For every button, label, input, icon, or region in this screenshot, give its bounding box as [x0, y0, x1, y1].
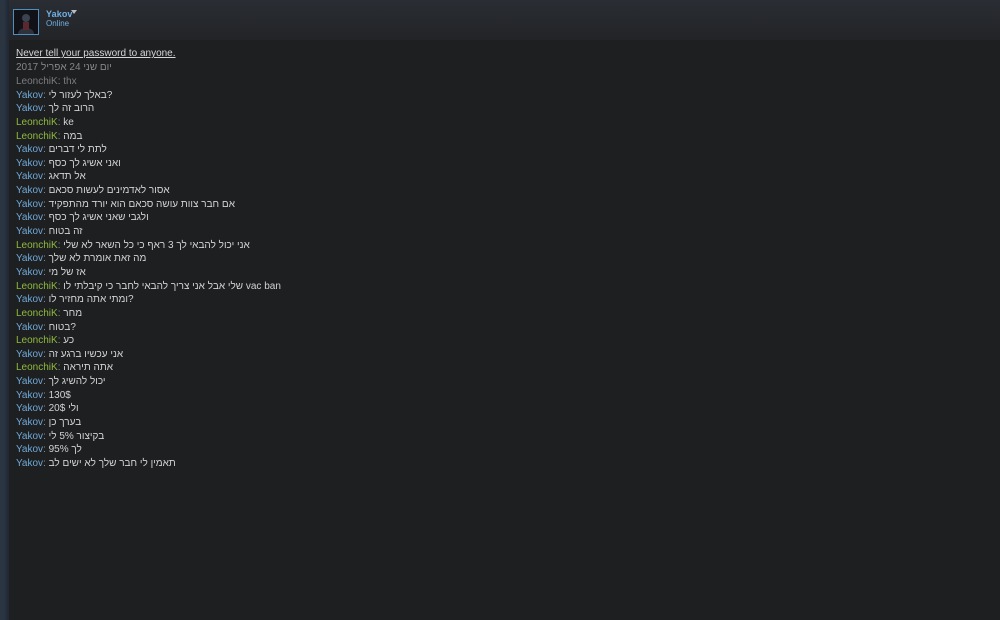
chat-message: Yakov: אם חבר צוות עושה סכאם הוא יורד מה…	[16, 198, 976, 212]
chat-message: LeonchiK: מחר	[16, 307, 976, 321]
chat-message: Yakov: יכול להשיג לך	[16, 375, 976, 389]
message-text: שלי אבל אני צריך להבאי לחבר כי קיבלתי לו…	[63, 280, 281, 292]
username[interactable]: Yakov	[46, 9, 73, 19]
chat-message: Yakov: בקיצור 5% לי	[16, 430, 976, 444]
chat-message: Yakov: לתת לי דברים	[16, 143, 976, 157]
message-sender[interactable]: Yakov	[16, 294, 43, 305]
chat-message: Yakov: אני עכשיו ברגע זה	[16, 348, 976, 362]
chat-message: Yakov: לך 95%	[16, 443, 976, 457]
message-sender[interactable]: LeonchiK	[16, 281, 58, 292]
chat-message: Yakov: ואני אשיג לך כסף	[16, 157, 976, 171]
chat-message: Yakov: באלך לעזור לי?	[16, 89, 976, 103]
message-text: אני יכול להבאי לך 3 ראף כי כל השאר לא של…	[63, 239, 250, 251]
chat-message: LeonchiK: אתה תיראה	[16, 361, 976, 375]
chat-message: LeonchiK: אני יכול להבאי לך 3 ראף כי כל …	[16, 239, 976, 253]
message-sender[interactable]: Yakov	[16, 253, 43, 264]
chat-message: Yakov: ומתי אתה מחזיר לו?	[16, 293, 976, 307]
message-text: אל תדאג	[48, 171, 86, 183]
chat-message: Yakov: אז של מי	[16, 266, 976, 280]
chat-message: Yakov: אסור לאדמינים לעשות סכאם	[16, 184, 976, 198]
message-sender[interactable]: LeonchiK	[16, 335, 58, 346]
message-text: מחר	[63, 307, 83, 319]
chat-message: Yakov: הרוב זה לך	[16, 102, 976, 116]
message-text: יכול להשיג לך	[48, 376, 106, 388]
message-sender[interactable]: Yakov	[16, 103, 43, 114]
chat-window: Yakov Online Never tell your password to…	[0, 0, 1000, 620]
date-separator: יום שני 24 אפריל 2017	[16, 62, 112, 73]
chat-message: Yakov: מה זאת אומרת לא שלך	[16, 252, 976, 266]
message-sender[interactable]: Yakov	[16, 171, 43, 182]
message-sender[interactable]: Yakov	[16, 444, 43, 455]
message-text: אתה תיראה	[63, 362, 114, 374]
message-text: ke	[63, 116, 74, 128]
message-text: ואני אשיג לך כסף	[48, 157, 121, 169]
chevron-down-icon[interactable]	[71, 10, 77, 14]
message-text: thx	[63, 76, 77, 87]
message-sender[interactable]: Yakov	[16, 158, 43, 169]
chat-message: Yakov: 130$	[16, 389, 976, 403]
chat-message: Yakov: זה בטוח	[16, 225, 976, 239]
chat-message: Yakov: אל תדאג	[16, 170, 976, 184]
chat-message: Yakov: תאמין לי חבר שלך לא ישים לב	[16, 457, 976, 471]
message-sender[interactable]: Yakov	[16, 458, 43, 469]
message-text: ולגבי שאני אשיג לך כסף	[48, 212, 149, 224]
message-sender[interactable]: LeonchiK	[16, 76, 58, 87]
message-text: בקיצור 5% לי	[48, 430, 105, 442]
message-text: 130$	[48, 389, 71, 401]
message-text: במה	[63, 130, 83, 142]
message-text: אסור לאדמינים לעשות סכאם	[48, 185, 170, 197]
message-text: בערך כן	[48, 417, 82, 429]
chat-message: Yakov: בערך כן	[16, 416, 976, 430]
message-sender[interactable]: Yakov	[16, 390, 43, 401]
message-text: כע	[63, 335, 75, 347]
message-text: באלך לעזור לי?	[48, 89, 113, 101]
message-text: אז של מי	[48, 266, 86, 278]
window-left-edge	[0, 0, 9, 620]
message-text: לך 95%	[48, 444, 82, 456]
chat-message: Yakov: בטוח?	[16, 321, 976, 335]
message-text: בטוח?	[48, 321, 76, 333]
message-sender[interactable]: LeonchiK	[16, 308, 58, 319]
message-sender[interactable]: Yakov	[16, 267, 43, 278]
message-sender[interactable]: LeonchiK	[16, 240, 58, 251]
status-text: Online	[46, 19, 70, 28]
avatar[interactable]	[13, 9, 39, 35]
message-sender[interactable]: Yakov	[16, 212, 43, 223]
chat-log: Never tell your password to anyone. יום …	[16, 47, 976, 471]
message-text: אני עכשיו ברגע זה	[48, 348, 124, 360]
chat-message: Yakov: ולגבי שאני אשיג לך כסף	[16, 211, 976, 225]
message-text: תאמין לי חבר שלך לא ישים לב	[48, 457, 176, 469]
chat-header	[9, 0, 1000, 40]
message-sender[interactable]: Yakov	[16, 226, 43, 237]
message-text: מה זאת אומרת לא שלך	[48, 253, 147, 265]
message-text: לתת לי דברים	[48, 144, 107, 156]
message-text: אם חבר צוות עושה סכאם הוא יורד מהתפקיד	[48, 198, 235, 210]
message-sender[interactable]: Yakov	[16, 376, 43, 387]
avatar-image-icon	[14, 10, 38, 34]
message-sender[interactable]: LeonchiK	[16, 131, 58, 142]
message-sender[interactable]: Yakov	[16, 185, 43, 196]
message-sender[interactable]: Yakov	[16, 431, 43, 442]
message-sender[interactable]: Yakov	[16, 403, 43, 414]
security-notice: Never tell your password to anyone.	[16, 48, 176, 59]
message-sender[interactable]: Yakov	[16, 199, 43, 210]
message-sender[interactable]: Yakov	[16, 90, 43, 101]
message-sender[interactable]: Yakov	[16, 417, 43, 428]
message-sender[interactable]: LeonchiK	[16, 117, 58, 128]
message-text: זה בטוח	[48, 226, 83, 238]
message-sender[interactable]: Yakov	[16, 144, 43, 155]
message-sender[interactable]: Yakov	[16, 349, 43, 360]
chat-message: LeonchiK: ke	[16, 116, 976, 130]
chat-message: Yakov: ולי 20$	[16, 402, 976, 416]
message-text: ומתי אתה מחזיר לו?	[48, 294, 134, 306]
message-text: ולי 20$	[48, 403, 79, 415]
message-list: LeonchiK: thx Yakov: באלך לעזור לי? Yakov:…	[16, 75, 976, 471]
message-text: הרוב זה לך	[48, 103, 95, 115]
message-sender[interactable]: LeonchiK	[16, 362, 58, 373]
chat-message: LeonchiK: thx	[16, 75, 976, 89]
chat-message: LeonchiK: שלי אבל אני צריך להבאי לחבר כי…	[16, 280, 976, 294]
message-sender[interactable]: Yakov	[16, 322, 43, 333]
chat-message: LeonchiK: כע	[16, 334, 976, 348]
chat-message: LeonchiK: במה	[16, 130, 976, 144]
